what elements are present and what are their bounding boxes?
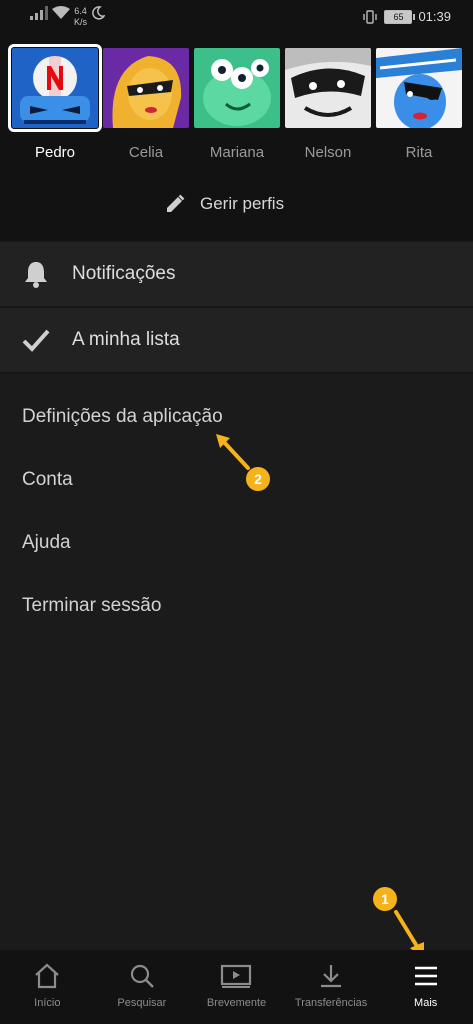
home-icon (35, 963, 60, 989)
profile-nelson[interactable]: Nelson (283, 48, 373, 161)
help-link[interactable]: Ajuda (22, 532, 71, 554)
nav-search[interactable]: Pesquisar (95, 950, 190, 1024)
signal-icon (30, 6, 48, 20)
app-settings-link[interactable]: Definições da aplicação (22, 406, 223, 428)
notifications-label: Notificações (72, 263, 176, 284)
profile-name: Celia (128, 144, 164, 161)
profile-name: Nelson (304, 144, 352, 161)
profile-name: Rita (405, 144, 433, 161)
profile-celia[interactable]: Celia (101, 48, 191, 161)
clock: 01:39 (418, 9, 451, 24)
menu-my-list[interactable]: A minha lista (0, 308, 473, 372)
search-icon (130, 964, 154, 988)
download-icon (321, 965, 342, 988)
profile-rita[interactable]: Rita (374, 48, 464, 161)
divider (0, 372, 473, 374)
nav-home[interactable]: Início (0, 950, 95, 1024)
account-link[interactable]: Conta (22, 469, 73, 491)
avatar-nelson (285, 48, 371, 128)
profile-name: Mariana (209, 144, 265, 161)
network-speed: 6.4 K/s (74, 6, 88, 27)
profile-mariana[interactable]: Mariana (192, 48, 282, 161)
nav-coming-soon[interactable]: Brevemente (189, 950, 284, 1024)
profile-name: Pedro (34, 144, 76, 161)
my-list-label: A minha lista (72, 329, 180, 350)
manage-profiles-button[interactable]: Gerir perfis (164, 193, 284, 215)
menu-icon (414, 966, 437, 986)
avatar-celia (103, 48, 189, 128)
manage-profiles-label: Gerir perfis (200, 194, 285, 213)
battery-indicator: 65 (384, 9, 416, 24)
moon-icon (92, 6, 106, 20)
vibrate-icon (363, 9, 378, 24)
bottom-navigation: Início Pesquisar Brevemente Transferênci… (0, 950, 473, 1024)
status-bar: 6.4 K/s 65 01:39 (0, 0, 473, 36)
avatar-mariana (194, 48, 280, 128)
annotation-badge-2: 2 (246, 467, 270, 491)
wifi-icon (52, 6, 70, 19)
profile-pedro[interactable]: Pedro (8, 44, 102, 161)
nav-downloads[interactable]: Transferências (284, 950, 379, 1024)
avatar-rita (376, 48, 462, 128)
checkmark-icon (22, 329, 50, 352)
pencil-icon (167, 194, 185, 212)
play-screen-icon (221, 964, 252, 988)
sign-out-link[interactable]: Terminar sessão (22, 595, 161, 617)
profile-selector: Pedro Celia Mariana Nelson Rita Gerir pe… (0, 36, 473, 241)
nav-more[interactable]: Mais (378, 950, 473, 1024)
avatar-pedro (8, 44, 102, 132)
menu-notifications[interactable]: Notificações (0, 242, 473, 306)
bell-icon (25, 262, 47, 288)
